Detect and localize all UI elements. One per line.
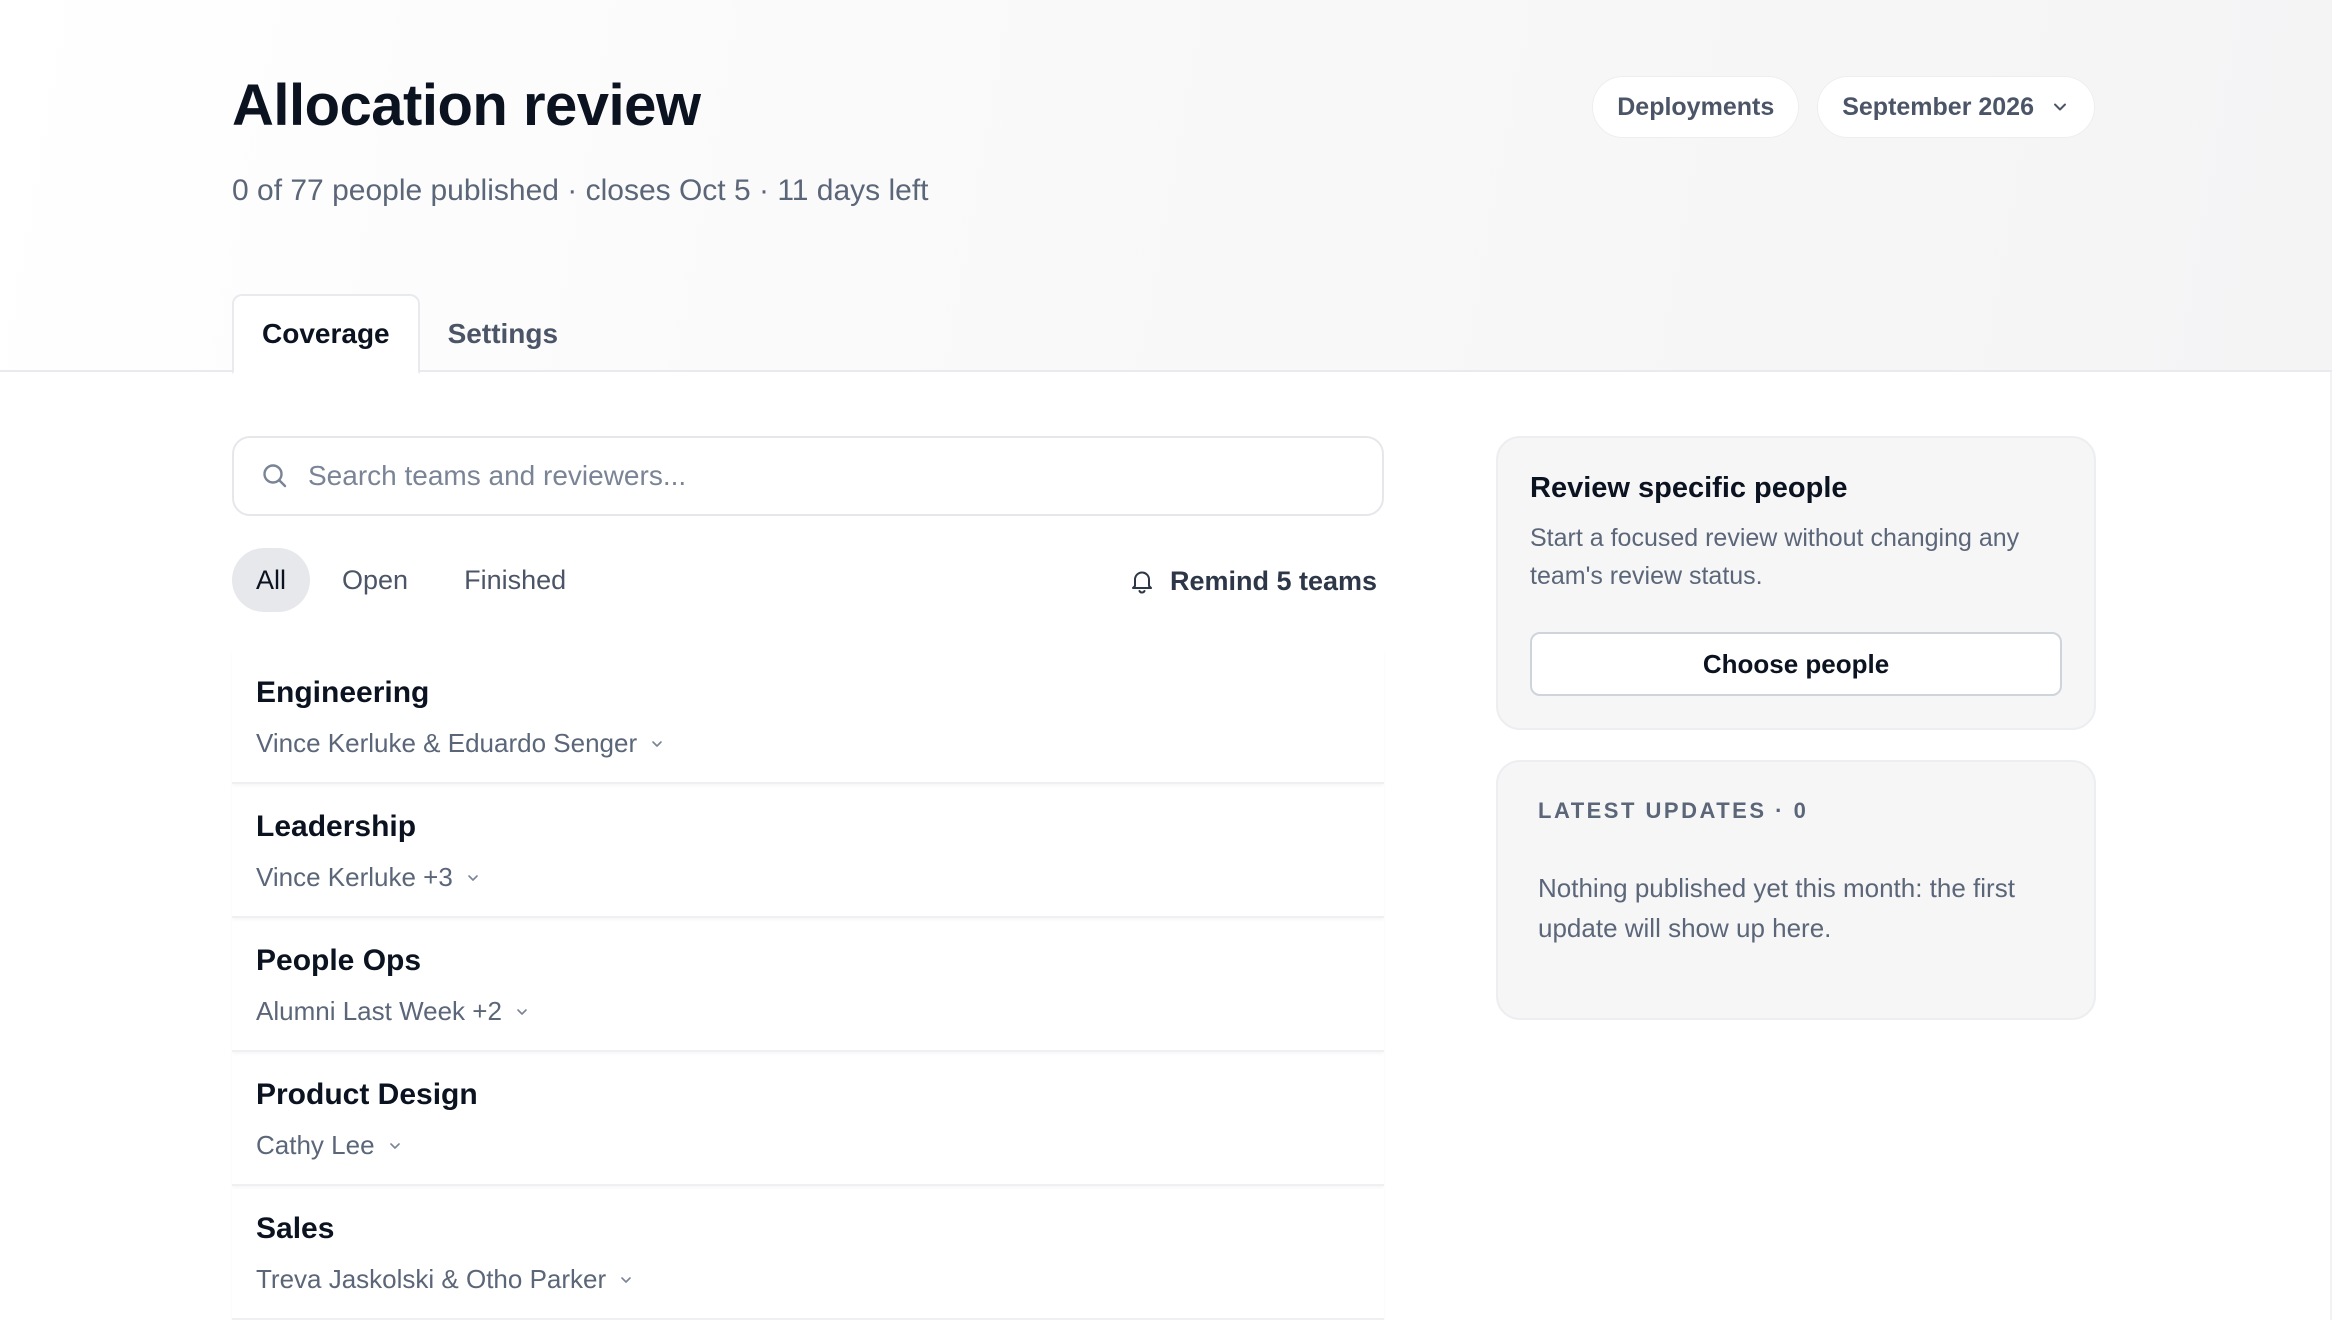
- reviewers-label: Alumni Last Week +2: [256, 996, 502, 1026]
- remind-teams-button[interactable]: Remind 5 teams: [1128, 558, 1377, 604]
- team-row[interactable]: People Ops Alumni Last Week +2: [232, 918, 1384, 1052]
- remind-teams-label: Remind 5 teams: [1170, 565, 1378, 596]
- tab-settings-label: Settings: [447, 318, 559, 349]
- choose-people-button[interactable]: Choose people: [1530, 632, 2062, 696]
- chevron-down-icon: [468, 874, 478, 881]
- tab-settings[interactable]: Settings: [420, 294, 586, 374]
- deployments-label: Deployments: [1617, 92, 1775, 121]
- team-name: Product Design: [256, 1078, 478, 1111]
- filter-open[interactable]: Open: [318, 548, 432, 612]
- chevron-down-icon: [2054, 103, 2066, 111]
- reviewers-dropdown[interactable]: Treva Jaskolski & Otho Parker: [256, 1264, 1360, 1295]
- page-subtitle: 0 of 77 people published · closes Oct 5 …: [232, 174, 929, 207]
- reviewers-dropdown[interactable]: Vince Kerluke & Eduardo Senger: [256, 728, 1360, 759]
- team-name: Leadership: [256, 810, 417, 843]
- latest-updates-card: LATEST UPDATES · 0 Nothing published yet…: [1496, 760, 2096, 1020]
- reviewers-dropdown[interactable]: Cathy Lee: [256, 1130, 1360, 1161]
- chevron-down-icon: [652, 740, 662, 747]
- filter-finished[interactable]: Finished: [440, 548, 590, 612]
- reviewers-label: Vince Kerluke +3: [256, 862, 453, 892]
- review-card-description: Start a focused review without changing …: [1530, 524, 2020, 590]
- reviewers-dropdown[interactable]: Alumni Last Week +2: [256, 996, 1360, 1027]
- team-row[interactable]: Sales Treva Jaskolski & Otho Parker: [232, 1186, 1384, 1320]
- reviewers-dropdown[interactable]: Vince Kerluke +3: [256, 862, 1360, 893]
- latest-updates-empty-text: Nothing published yet this month: the fi…: [1538, 873, 2015, 943]
- tab-bar: Coverage Settings: [232, 294, 586, 374]
- reviewers-label: Vince Kerluke & Eduardo Senger: [256, 728, 638, 758]
- latest-updates-label: LATEST UPDATES · 0: [1538, 798, 1809, 823]
- tab-coverage-label: Coverage: [262, 318, 390, 349]
- chevron-down-icon: [621, 1276, 631, 1283]
- team-list: Engineering Vince Kerluke & Eduardo Seng…: [232, 650, 1384, 1320]
- top-controls: Deployments September 2026: [1592, 76, 2095, 138]
- tab-coverage[interactable]: Coverage: [232, 294, 420, 374]
- page-title: Allocation review: [232, 73, 701, 138]
- period-label: September 2026: [1842, 92, 2034, 121]
- team-row[interactable]: Product Design Cathy Lee: [232, 1052, 1384, 1186]
- team-row[interactable]: Engineering Vince Kerluke & Eduardo Seng…: [232, 650, 1384, 784]
- period-dropdown[interactable]: September 2026: [1817, 76, 2095, 138]
- team-name: Sales: [256, 1212, 335, 1245]
- filter-all[interactable]: All: [232, 548, 311, 612]
- page: Allocation review 0 of 77 people publish…: [0, 0, 2332, 1320]
- review-specific-people-card: Review specific people Start a focused r…: [1496, 436, 2096, 730]
- bell-icon: [1132, 571, 1152, 594]
- chevron-down-icon: [517, 1008, 527, 1015]
- search-box[interactable]: [232, 436, 1384, 516]
- team-name: Engineering: [256, 676, 430, 709]
- team-row[interactable]: Leadership Vince Kerluke +3: [232, 784, 1384, 918]
- search-input[interactable]: [308, 460, 1348, 492]
- team-name: People Ops: [256, 944, 422, 977]
- reviewers-label: Cathy Lee: [256, 1130, 375, 1160]
- chevron-down-icon: [389, 1142, 400, 1149]
- search-icon: [263, 464, 287, 488]
- review-card-title: Review specific people: [1530, 472, 1848, 504]
- filter-group: All Open Finished: [232, 548, 590, 612]
- deployments-button[interactable]: Deployments: [1592, 76, 1800, 138]
- reviewers-label: Treva Jaskolski & Otho Parker: [256, 1264, 607, 1294]
